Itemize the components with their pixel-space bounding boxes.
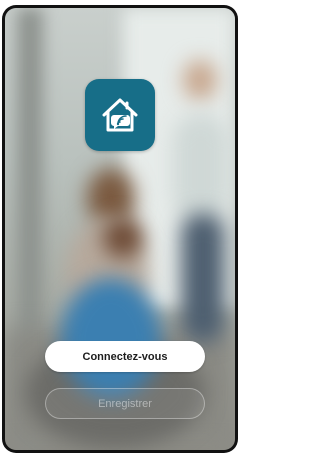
login-button[interactable]: Connectez-vous xyxy=(45,341,205,372)
welcome-screen xyxy=(5,8,235,450)
register-button[interactable]: Enregistrer xyxy=(45,388,205,419)
app-logo xyxy=(85,79,155,151)
phone-frame xyxy=(2,5,238,453)
smart-home-wifi-icon xyxy=(102,98,138,132)
